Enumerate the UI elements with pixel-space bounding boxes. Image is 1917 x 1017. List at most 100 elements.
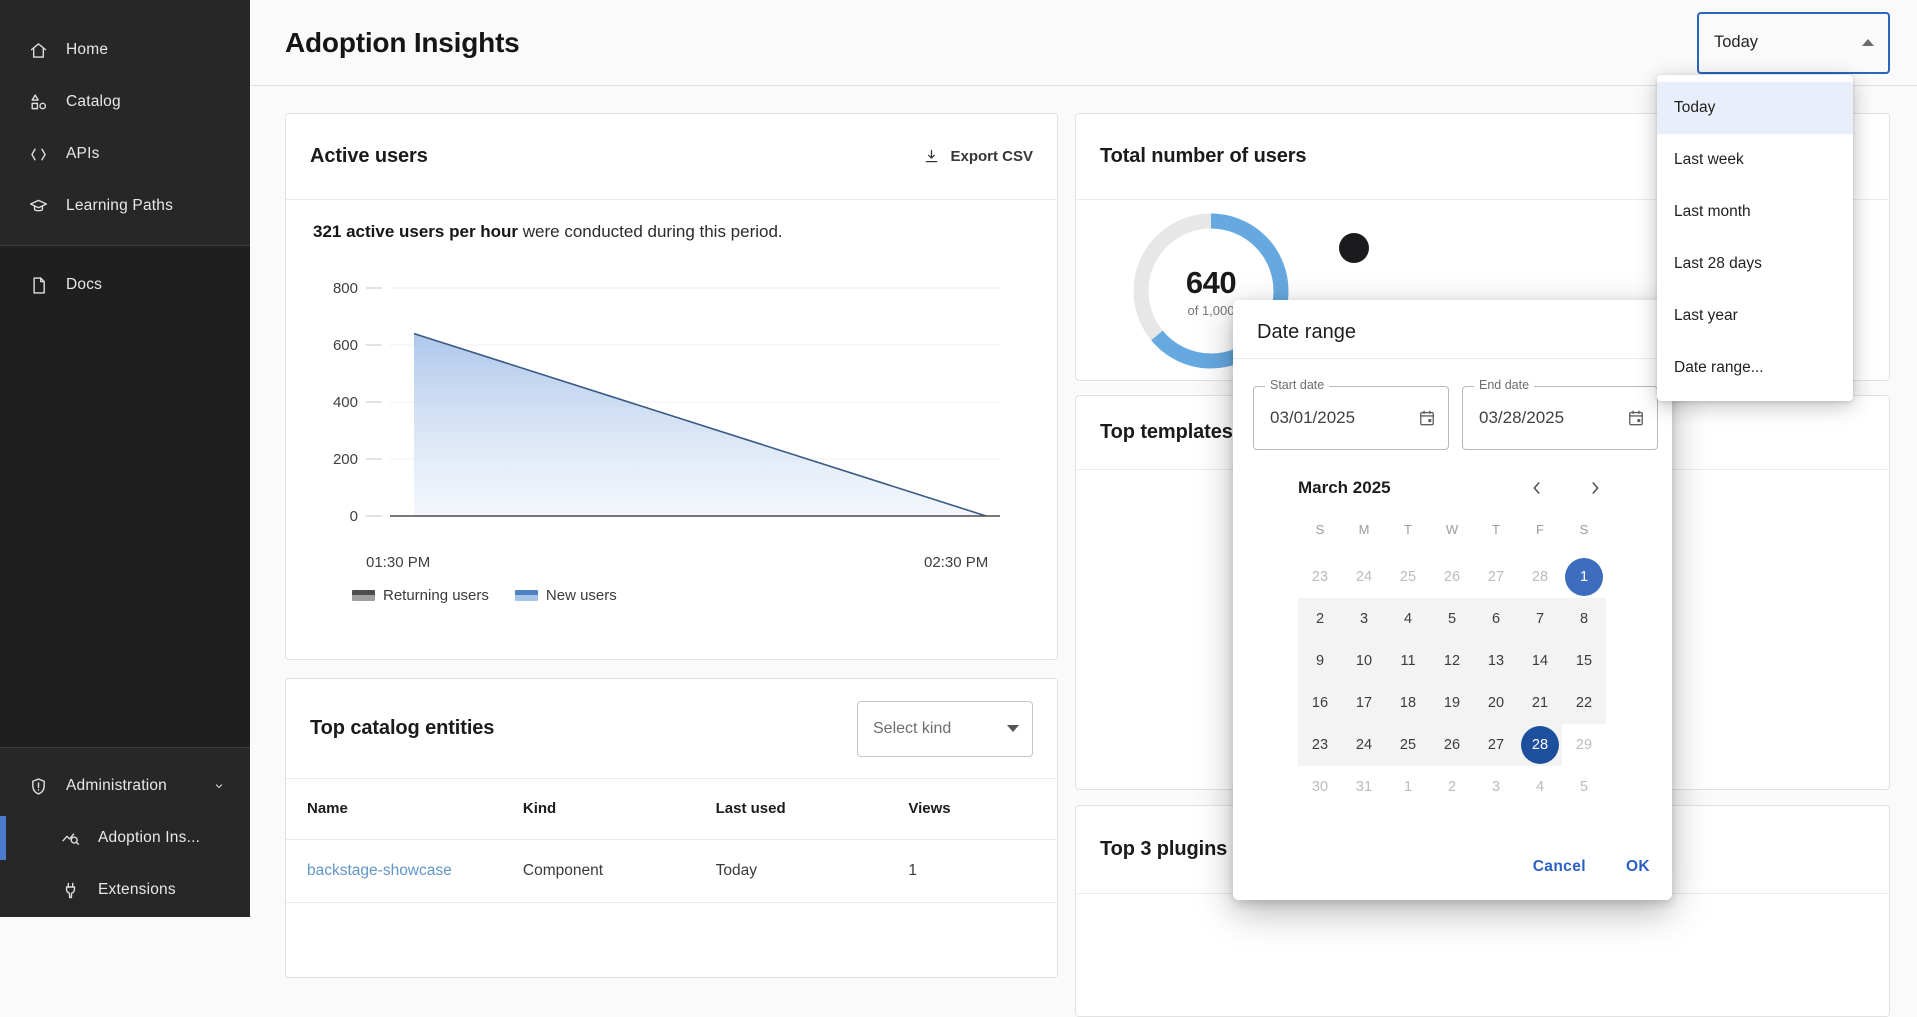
menu-item-last-28-days[interactable]: Last 28 days — [1657, 238, 1853, 290]
calendar-day-cell[interactable]: 12 — [1430, 640, 1474, 682]
calendar-day-cell[interactable]: 27 — [1474, 724, 1518, 766]
apis-icon — [28, 144, 49, 165]
cancel-button[interactable]: Cancel — [1533, 858, 1586, 876]
calendar-day-cell[interactable]: 23 — [1298, 724, 1342, 766]
menu-item-last-month[interactable]: Last month — [1657, 186, 1853, 238]
prev-month-button[interactable] — [1526, 477, 1548, 499]
calendar-day-cell[interactable]: 3 — [1342, 598, 1386, 640]
calendar-day-cell[interactable]: 2 — [1298, 598, 1342, 640]
legend-item-new-users[interactable]: New users — [515, 587, 617, 604]
calendar-day-cell[interactable]: 28 — [1518, 556, 1562, 598]
calendar-day-cell[interactable]: 19 — [1430, 682, 1474, 724]
select-kind-dropdown[interactable]: Select kind — [857, 701, 1033, 757]
calendar-day-cell[interactable]: 11 — [1386, 640, 1430, 682]
calendar-day-cell[interactable]: 8 — [1562, 598, 1606, 640]
sidebar-section-main: HomeCatalogAPIs Learning Paths — [0, 0, 250, 232]
sidebar-item-adoption-ins[interactable]: Adoption Ins... — [0, 812, 250, 864]
top-templates-title: Top templates — [1100, 421, 1233, 444]
calendar-header: March 2025 — [1298, 470, 1606, 506]
legend-swatch — [352, 590, 375, 601]
calendar-day-cell[interactable]: 5 — [1430, 598, 1474, 640]
calendar-day-cell[interactable]: 26 — [1430, 724, 1474, 766]
menu-item-last-year[interactable]: Last year — [1657, 290, 1853, 342]
ok-button[interactable]: OK — [1626, 858, 1650, 876]
calendar-day-cell[interactable]: 7 — [1518, 598, 1562, 640]
calendar-day-cell[interactable]: 22 — [1562, 682, 1606, 724]
calendar-day-cell[interactable]: 25 — [1386, 556, 1430, 598]
summary-rest: were conducted during this period. — [518, 222, 783, 241]
calendar-day: 5 — [1565, 768, 1603, 806]
calendar-day: 27 — [1477, 726, 1515, 764]
calendar-day-cell[interactable]: 4 — [1386, 598, 1430, 640]
x-axis-label-start: 01:30 PM — [366, 554, 430, 571]
calendar-day-cell[interactable]: 31 — [1342, 766, 1386, 808]
sidebar-item-label: Learning Paths — [66, 197, 173, 215]
calendar-day-cell[interactable]: 20 — [1474, 682, 1518, 724]
active-indicator — [0, 816, 6, 860]
calendar-day-cell[interactable]: 1 — [1386, 766, 1430, 808]
entity-link[interactable]: backstage-showcase — [307, 862, 452, 879]
legend-item-returning-users[interactable]: Returning users — [352, 587, 489, 604]
menu-item-today[interactable]: Today — [1657, 82, 1853, 134]
calendar-day: 28 — [1521, 558, 1559, 596]
calendar-day-selected: 1 — [1565, 558, 1603, 596]
sidebar-item-apis[interactable]: APIs — [0, 128, 250, 180]
calendar-day: 25 — [1389, 558, 1427, 596]
period-select[interactable]: Today — [1697, 12, 1890, 74]
area-chart-svg: 8006004002000 — [310, 258, 1010, 548]
calendar-day-cell[interactable]: 18 — [1386, 682, 1430, 724]
calendar-day: 29 — [1565, 726, 1603, 764]
menu-item-date-range[interactable]: Date range... — [1657, 342, 1853, 394]
calendar-day-cell[interactable]: 30 — [1298, 766, 1342, 808]
sidebar-item-home[interactable]: Home — [0, 24, 250, 76]
calendar-day-cell[interactable]: 1 — [1562, 556, 1606, 598]
calendar-day-cell[interactable]: 27 — [1474, 556, 1518, 598]
calendar-day-cell[interactable]: 17 — [1342, 682, 1386, 724]
menu-item-last-week[interactable]: Last week — [1657, 134, 1853, 186]
sidebar-item-learning-paths[interactable]: Learning Paths — [0, 180, 250, 232]
next-month-button[interactable] — [1584, 477, 1606, 499]
sidebar-item-docs[interactable]: Docs — [0, 259, 250, 311]
calendar-day-cell[interactable]: 24 — [1342, 556, 1386, 598]
calendar-day-cell[interactable]: 6 — [1474, 598, 1518, 640]
end-date-label: End date — [1474, 378, 1534, 392]
dialog-title: Date range — [1257, 321, 1356, 344]
period-select-value: Today — [1714, 33, 1758, 52]
export-csv-label: Export CSV — [950, 148, 1033, 165]
calendar-day-cell[interactable]: 9 — [1298, 640, 1342, 682]
calendar-day-cell[interactable]: 29 — [1562, 724, 1606, 766]
calendar-day-cell[interactable]: 23 — [1298, 556, 1342, 598]
calendar-day-cell[interactable]: 26 — [1430, 556, 1474, 598]
export-csv-button[interactable]: Export CSV — [922, 147, 1033, 166]
calendar-day: 2 — [1301, 600, 1339, 638]
sidebar-item-administration[interactable]: Administration — [0, 760, 250, 812]
calendar-day-cell[interactable]: 5 — [1562, 766, 1606, 808]
calendar-day-cell[interactable]: 25 — [1386, 724, 1430, 766]
end-date-field[interactable]: End date 03/28/2025 — [1462, 386, 1658, 450]
calendar-day: 22 — [1565, 684, 1603, 722]
calendar-icon[interactable] — [1626, 408, 1646, 428]
table-row[interactable]: backstage-showcaseComponentToday1 — [286, 839, 1057, 902]
sidebar-item-extensions[interactable]: Extensions — [0, 864, 250, 916]
calendar-day-cell[interactable]: 13 — [1474, 640, 1518, 682]
calendar-day-cell[interactable]: 2 — [1430, 766, 1474, 808]
calendar-day-cell[interactable]: 4 — [1518, 766, 1562, 808]
select-kind-placeholder: Select kind — [873, 720, 951, 738]
calendar-day-cell[interactable]: 16 — [1298, 682, 1342, 724]
start-date-field[interactable]: Start date 03/01/2025 — [1253, 386, 1449, 450]
calendar-day-cell[interactable]: 10 — [1342, 640, 1386, 682]
weekday-label: F — [1518, 522, 1562, 537]
column-header-kind: Kind — [502, 779, 695, 839]
calendar-icon[interactable] — [1417, 408, 1437, 428]
calendar-week-row: 23242526272829 — [1298, 724, 1606, 766]
calendar-day-cell[interactable]: 21 — [1518, 682, 1562, 724]
sidebar-item-catalog[interactable]: Catalog — [0, 76, 250, 128]
entity-name-cell: backstage-showcase — [286, 839, 502, 902]
calendar-day-cell[interactable]: 3 — [1474, 766, 1518, 808]
calendar-day-cell[interactable]: 28 — [1518, 724, 1562, 766]
area-chart: 8006004002000 01:30 PM 02:30 PM Returnin… — [310, 258, 1033, 604]
calendar-day-cell[interactable]: 24 — [1342, 724, 1386, 766]
calendar-day-cell[interactable]: 14 — [1518, 640, 1562, 682]
calendar-day-cell[interactable]: 15 — [1562, 640, 1606, 682]
catalog-table: NameKindLast usedViews backstage-showcas… — [286, 779, 1057, 922]
